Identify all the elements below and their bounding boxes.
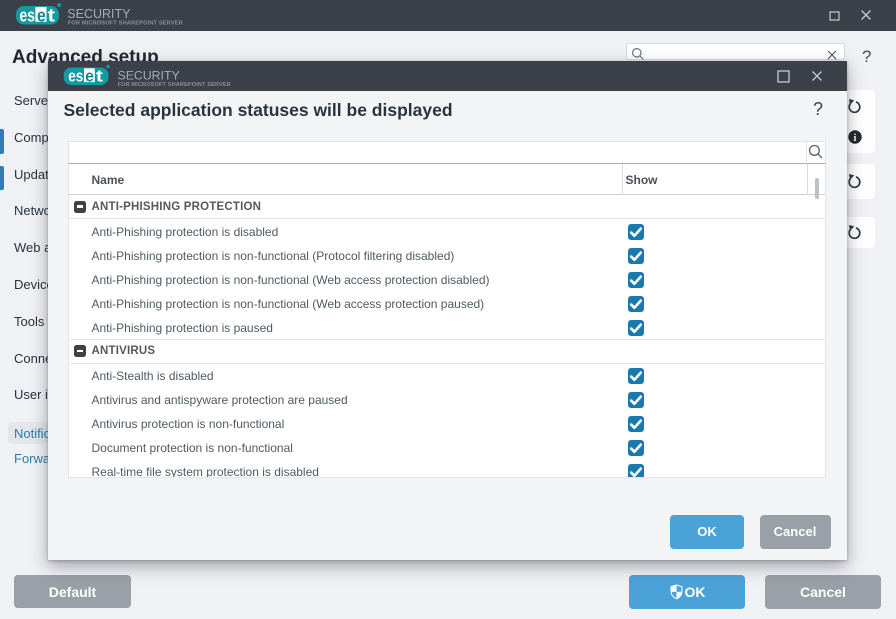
svg-text:i: i <box>854 133 857 144</box>
svg-text:es: es <box>68 67 83 86</box>
svg-text:t: t <box>96 67 104 86</box>
svg-text:es: es <box>20 6 36 26</box>
svg-text:FOR MICROSOFT SHAREPOINT SERVE: FOR MICROSOFT SHAREPOINT SERVER <box>118 82 231 88</box>
svg-text:SECURITY: SECURITY <box>118 69 180 83</box>
svg-text:e: e <box>37 6 46 26</box>
svg-text:SECURITY: SECURITY <box>67 7 131 21</box>
svg-text:t: t <box>48 6 56 26</box>
svg-text:FOR MICROSOFT SHAREPOINT SERVE: FOR MICROSOFT SHAREPOINT SERVER <box>68 20 183 26</box>
svg-text:e: e <box>85 67 94 86</box>
